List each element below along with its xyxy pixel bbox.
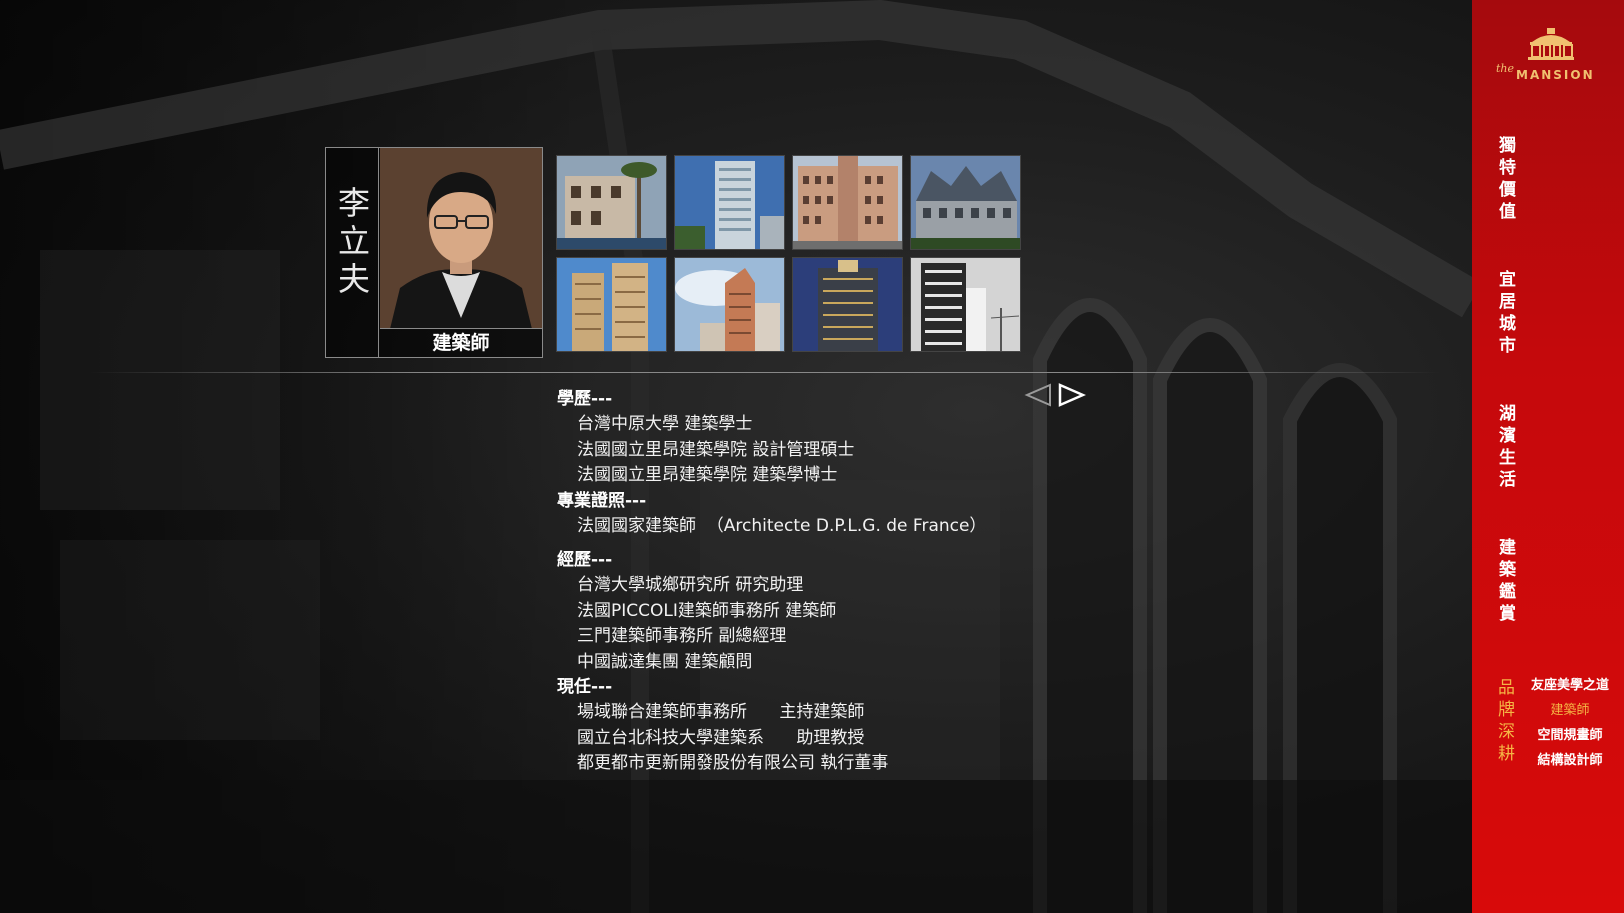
experience-item: 三門建築師事務所 副總經理	[577, 626, 787, 646]
project-gallery	[556, 155, 1023, 353]
submenu-item-architect[interactable]: 建築師	[1520, 699, 1620, 718]
sidebar-menu: the MANSION 獨特價值 宜居城市 湖濱生活 建築鑑賞 品牌深耕 友座美…	[1472, 0, 1624, 913]
project-photo-7[interactable]	[792, 257, 903, 352]
architect-card: 李立夫 建築師	[325, 147, 543, 358]
logo-the-text: the	[1496, 62, 1515, 75]
current-position-heading: 現任---	[557, 677, 613, 697]
current-position-item: 都更都市更新開發股份有限公司 執行董事	[577, 753, 889, 773]
project-photo-5[interactable]	[556, 257, 667, 352]
logo-brand-text: MANSION	[1516, 68, 1595, 82]
project-photo-2[interactable]	[674, 155, 785, 250]
architect-name: 李立夫	[333, 185, 371, 300]
triangle-right-outline-icon[interactable]	[1058, 383, 1087, 407]
submenu-item-structural-designer[interactable]: 結構設計師	[1520, 749, 1620, 768]
education-item: 法國國立里昂建築學院 建築學博士	[577, 465, 838, 485]
menu-item-livable-city[interactable]: 宜居城市	[1492, 270, 1518, 358]
current-position-item: 場域聯合建築師事務所 主持建築師	[577, 702, 865, 722]
name-column: 李立夫	[326, 148, 379, 357]
architect-title: 建築師	[432, 332, 490, 354]
project-photo-1[interactable]	[556, 155, 667, 250]
main-stage: 李立夫 建築師 學歷--- 台灣中原大學 建築學士 法國國立里昂建築學院 設計管…	[0, 0, 1624, 913]
license-heading: 專業證照---	[557, 490, 647, 511]
experience-item: 台灣大學城鄉研究所 研究助理	[577, 575, 804, 595]
menu-item-architecture[interactable]: 建築鑑賞	[1492, 538, 1518, 626]
submenu-item-space-planner[interactable]: 空間規畫師	[1520, 724, 1620, 743]
current-position-item: 國立台北科技大學建築系 助理教授	[577, 727, 865, 748]
section-divider	[90, 372, 1440, 373]
architect-biography: 學歷--- 台灣中原大學 建築學士 法國國立里昂建築學院 設計管理碩士 法國國立…	[557, 387, 1057, 777]
education-item: 台灣中原大學 建築學士	[577, 414, 753, 434]
menu-item-brand[interactable]: 品牌深耕	[1492, 678, 1517, 766]
education-item: 法國國立里昂建築學院 設計管理碩士	[577, 439, 855, 460]
project-photo-3[interactable]	[792, 155, 903, 250]
education-heading: 學歷---	[557, 389, 613, 409]
submenu-item-aesthetics[interactable]: 友座美學之道	[1520, 674, 1620, 693]
menu-item-lakeside-life[interactable]: 湖濱生活	[1492, 404, 1518, 492]
license-item: 法國國家建築師 （Architecte D.P.L.G. de France）	[577, 515, 987, 536]
architect-photo	[380, 148, 542, 329]
project-photo-6[interactable]	[674, 257, 785, 352]
menu-item-unique-value[interactable]: 獨特價值	[1492, 136, 1518, 224]
experience-heading: 經歷---	[557, 550, 613, 570]
project-photo-4[interactable]	[910, 155, 1021, 250]
project-photo-8[interactable]	[910, 257, 1021, 352]
experience-item: 法國PICCOLI建築師事務所 建築師	[577, 600, 837, 621]
experience-item: 中國誠達集團 建築顧問	[577, 651, 753, 672]
